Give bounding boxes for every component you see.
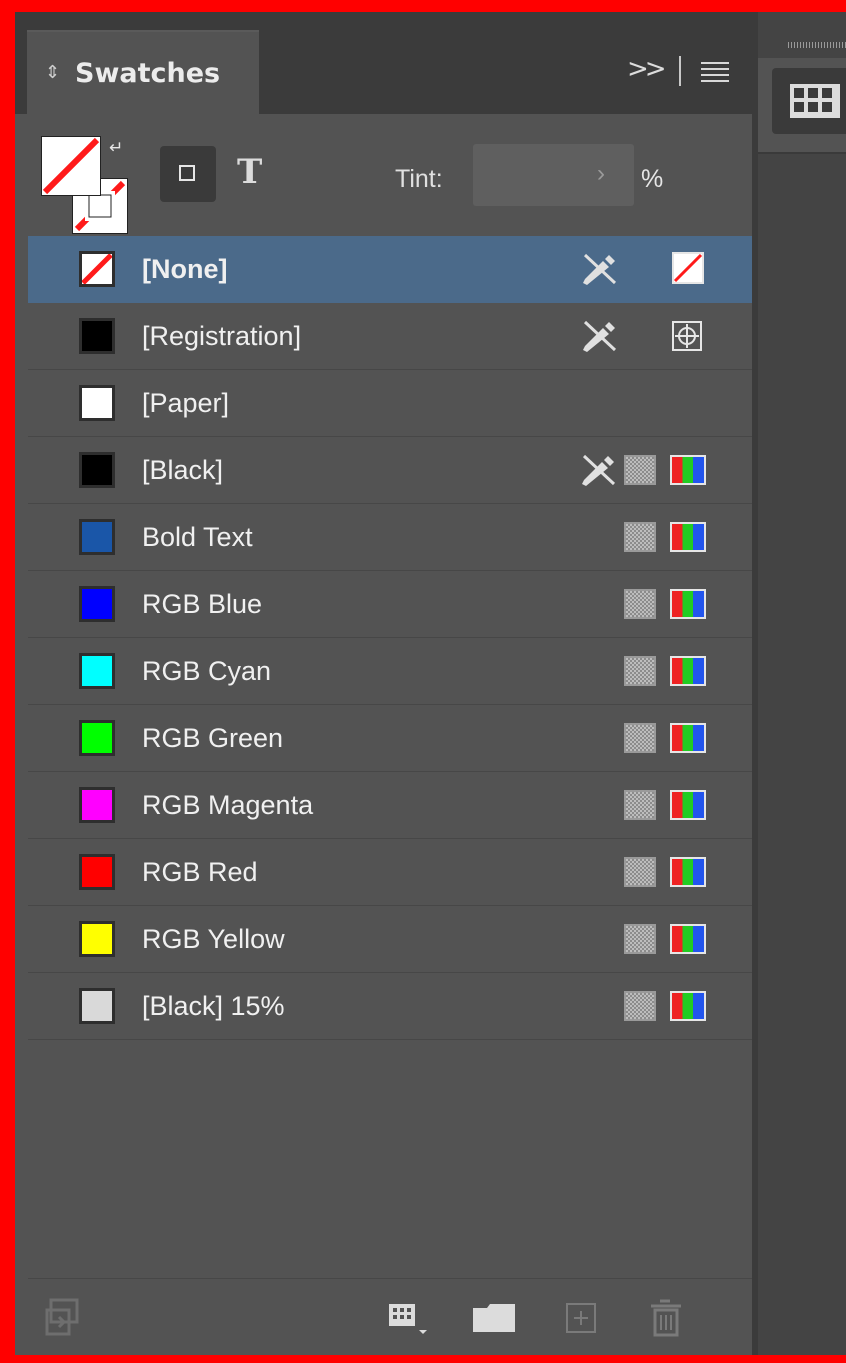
rgb-mode-icon [670, 924, 706, 954]
swatch-color-chip [79, 586, 115, 622]
dock-separator [758, 152, 846, 154]
swatch-color-chip [79, 452, 115, 488]
process-color-icon [624, 857, 656, 887]
swatch-row[interactable]: RGB Cyan [28, 638, 752, 705]
new-swatch-icon[interactable] [565, 1302, 599, 1336]
grid-panel-icon [790, 84, 840, 118]
panel-menu-icon[interactable] [701, 62, 729, 86]
swatches-panel: ⇕ Swatches >> ↵ T Tint: › % [None] [Regi… [15, 12, 752, 1355]
tab-expand-icon[interactable]: ⇕ [45, 62, 60, 83]
swatch-row[interactable]: [None] [28, 236, 752, 303]
rgb-mode-icon [670, 656, 706, 686]
swatch-color-chip [79, 854, 115, 890]
swatch-color-chip [79, 787, 115, 823]
swatch-color-chip [79, 251, 115, 287]
swatch-row[interactable]: RGB Yellow [28, 906, 752, 973]
new-color-group-icon[interactable] [471, 1302, 517, 1334]
swatch-name: [Black] [142, 455, 224, 485]
dock-panel-button[interactable] [772, 68, 846, 134]
tab-swatches[interactable]: ⇕ Swatches [27, 30, 259, 116]
swatch-name: [Black] 15% [142, 991, 285, 1021]
rgb-mode-icon [670, 790, 706, 820]
swatch-name: RGB Blue [142, 589, 263, 619]
swatch-name: [Paper] [142, 388, 230, 418]
rgb-mode-icon [670, 723, 706, 753]
swatch-list: [None] [Registration] [Paper] [Black] Bold T… [28, 236, 752, 1040]
process-color-icon [624, 522, 656, 552]
swatch-name: RGB Red [142, 857, 258, 887]
swatch-view-icon[interactable] [387, 1302, 431, 1336]
swatch-name: [Registration] [142, 321, 302, 351]
no-edit-pencil-icon [580, 452, 618, 488]
swatch-color-chip [79, 318, 115, 354]
registration-icon [670, 319, 704, 353]
delete-swatch-icon[interactable] [649, 1298, 683, 1338]
rgb-mode-icon [670, 991, 706, 1021]
swatch-row[interactable]: RGB Green [28, 705, 752, 772]
swatch-color-chip [79, 720, 115, 756]
swatch-color-chip [79, 921, 115, 957]
container-icon [179, 165, 195, 181]
panel-header: ⇕ Swatches >> [15, 12, 752, 116]
swatch-row[interactable]: [Registration] [28, 303, 752, 370]
process-color-icon [624, 924, 656, 954]
tint-input[interactable] [473, 144, 634, 206]
swatch-row[interactable]: [Paper] [28, 370, 752, 437]
swatch-row[interactable]: RGB Red [28, 839, 752, 906]
process-color-icon [624, 723, 656, 753]
process-color-icon [624, 589, 656, 619]
none-swatch-icon [672, 252, 704, 284]
swatch-name: RGB Yellow [142, 924, 285, 954]
header-divider [679, 56, 681, 86]
dock-grip-icon[interactable] [788, 42, 846, 48]
footer-divider [28, 1278, 752, 1279]
swatch-row[interactable]: RGB Magenta [28, 772, 752, 839]
rgb-mode-icon [670, 455, 706, 485]
process-color-icon [624, 455, 656, 485]
screenshot-frame: ⇕ Swatches >> ↵ T Tint: › % [None] [Regi… [15, 12, 846, 1355]
swatch-row[interactable]: [Black] 15% [28, 973, 752, 1040]
adjacent-panel-dock [752, 12, 846, 1355]
panel-title: Swatches [75, 58, 221, 89]
swatch-color-chip [79, 653, 115, 689]
swatch-row[interactable]: RGB Blue [28, 571, 752, 638]
rgb-mode-icon [670, 589, 706, 619]
tint-label: Tint: [395, 165, 443, 193]
rgb-mode-icon [670, 857, 706, 887]
swatch-row[interactable]: Bold Text [28, 504, 752, 571]
tint-slider-arrow-icon[interactable]: › [597, 160, 605, 188]
swatch-name: [None] [142, 254, 228, 284]
swatch-name: Bold Text [142, 522, 253, 552]
formatting-container-button[interactable] [160, 146, 216, 202]
swap-fill-stroke-icon[interactable]: ↵ [109, 138, 123, 158]
process-color-icon [624, 656, 656, 686]
process-color-icon [624, 991, 656, 1021]
swatch-name: RGB Green [142, 723, 284, 753]
swatch-color-chip [79, 988, 115, 1024]
tint-percent-label: % [641, 165, 664, 193]
collapse-panel-button[interactable]: >> [627, 54, 667, 84]
swatch-name: RGB Cyan [142, 656, 272, 686]
swatch-color-chip [79, 385, 115, 421]
swatch-row[interactable]: [Black] [28, 437, 752, 504]
rgb-mode-icon [670, 522, 706, 552]
process-color-icon [624, 790, 656, 820]
import-swatches-icon[interactable] [45, 1298, 85, 1338]
no-edit-pencil-icon [581, 251, 619, 287]
swatch-name: RGB Magenta [142, 790, 314, 820]
formatting-text-button[interactable]: T [237, 152, 262, 192]
fill-swatch[interactable] [41, 136, 101, 196]
swatch-color-chip [79, 519, 115, 555]
no-edit-pencil-icon [581, 318, 619, 354]
dock-divider[interactable] [752, 12, 758, 1355]
